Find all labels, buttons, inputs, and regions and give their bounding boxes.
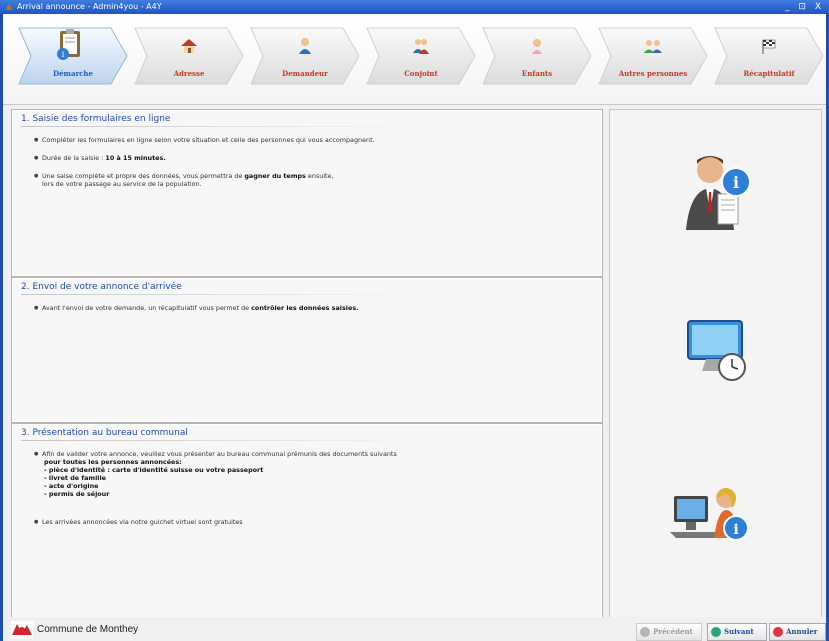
commune-logo-icon	[11, 621, 33, 639]
list-heading: pour toutes les personnes annoncées:	[44, 458, 182, 466]
cancel-icon	[773, 627, 783, 637]
section-title: 3. Présentation au bureau communal	[21, 428, 188, 438]
documents-list: pour toutes les personnes annoncées: - p…	[34, 458, 397, 498]
section-title: 1. Saisie des formulaires en ligne	[21, 114, 171, 124]
section-body: Afin de valider votre annonce, veuillez …	[34, 450, 397, 526]
clipboard-info-icon: i	[57, 29, 80, 60]
step-label: Adresse	[173, 69, 205, 78]
footer-bar: Commune de Monthey Précédent Suivant Ann…	[3, 617, 826, 641]
content-area: 1. Saisie des formulaires en ligne Compl…	[11, 109, 822, 619]
svg-text:i: i	[733, 522, 738, 538]
commune-name: Commune de Monthey	[37, 624, 139, 635]
section-presentation: 3. Présentation au bureau communal Afin …	[11, 423, 603, 619]
previous-icon	[640, 627, 650, 637]
step-conjoint[interactable]: Conjoint	[365, 26, 477, 86]
bullet-summary: Avant l'envoi de votre demande, un récap…	[34, 304, 359, 312]
previous-button[interactable]: Précédent	[636, 623, 702, 641]
title-divider	[21, 126, 421, 127]
group-icon	[644, 40, 662, 53]
section-body: Avant l'envoi de votre demande, un récap…	[34, 304, 359, 312]
title-divider	[21, 294, 421, 295]
step-label: Conjoint	[404, 69, 438, 78]
next-button[interactable]: Suivant	[707, 623, 767, 641]
window-title: Arrival announce - Admin4you - A4Y	[17, 2, 162, 11]
child-icon	[532, 39, 542, 54]
bullet-quality: Une saise complète et propre des données…	[34, 172, 375, 188]
step-demarche[interactable]: i Démarche	[17, 26, 129, 86]
step-autres-personnes[interactable]: Autres personnes	[597, 26, 709, 86]
list-item: - permis de séjour	[44, 490, 110, 498]
monitor-clock-icon	[687, 320, 746, 381]
step-adresse[interactable]: Adresse	[133, 26, 245, 86]
bullet-duration: Durée de la saisie : 10 à 15 minutes.	[34, 154, 375, 162]
consultant-info-icon: i	[686, 156, 751, 230]
list-item: - acte d'origine	[44, 482, 99, 490]
svg-text:i: i	[62, 50, 65, 59]
wizard-steps-bar: i Démarche Adresse Demandeur Conjoint En…	[3, 14, 826, 105]
step-label: Démarche	[53, 69, 93, 78]
section-envoi: 2. Envoi de votre annonce d'arrivée Avan…	[11, 277, 603, 423]
window-controls[interactable]: _ ⊡ X	[785, 0, 824, 14]
service-desk-info-icon: i	[670, 488, 749, 541]
section-title: 2. Envoi de votre annonce d'arrivée	[21, 282, 182, 292]
step-label: Demandeur	[282, 69, 328, 78]
title-bar[interactable]: Arrival announce - Admin4you - A4Y _ ⊡ X	[0, 0, 829, 14]
next-arrow-icon	[711, 627, 721, 637]
step-enfants[interactable]: Enfants	[481, 26, 593, 86]
step-recapitulatif[interactable]: Récapitulatif	[713, 26, 825, 86]
bullet-documents: Afin de valider votre annonce, veuillez …	[34, 450, 397, 458]
application-window: Arrival announce - Admin4you - A4Y _ ⊡ X…	[0, 0, 829, 641]
bullet-free: Les arrivées annoncées via notre guichet…	[34, 518, 397, 526]
section-saisie: 1. Saisie des formulaires en ligne Compl…	[11, 109, 603, 277]
client-area: i Démarche Adresse Demandeur Conjoint En…	[3, 14, 826, 641]
couple-icon	[413, 39, 429, 54]
bullet-text: Compléter les formulaires en ligne selon…	[34, 136, 375, 144]
list-item: - livret de famille	[44, 474, 106, 482]
app-logo-icon	[5, 3, 13, 10]
svg-text:i: i	[733, 173, 739, 192]
person-icon	[299, 38, 311, 54]
section-body: Compléter les formulaires en ligne selon…	[34, 136, 375, 188]
step-label: Enfants	[521, 69, 553, 78]
title-divider	[21, 440, 421, 441]
list-item: - pièce d'identité : carte d'identité su…	[44, 466, 264, 474]
step-demandeur[interactable]: Demandeur	[249, 26, 361, 86]
checkered-flag-icon	[762, 39, 776, 54]
house-icon	[181, 39, 197, 53]
step-label: Autres personnes	[618, 69, 688, 78]
illustration-pane: i i	[609, 109, 822, 619]
step-label: Récapitulatif	[743, 69, 795, 78]
cancel-button[interactable]: Annuler	[769, 623, 826, 641]
